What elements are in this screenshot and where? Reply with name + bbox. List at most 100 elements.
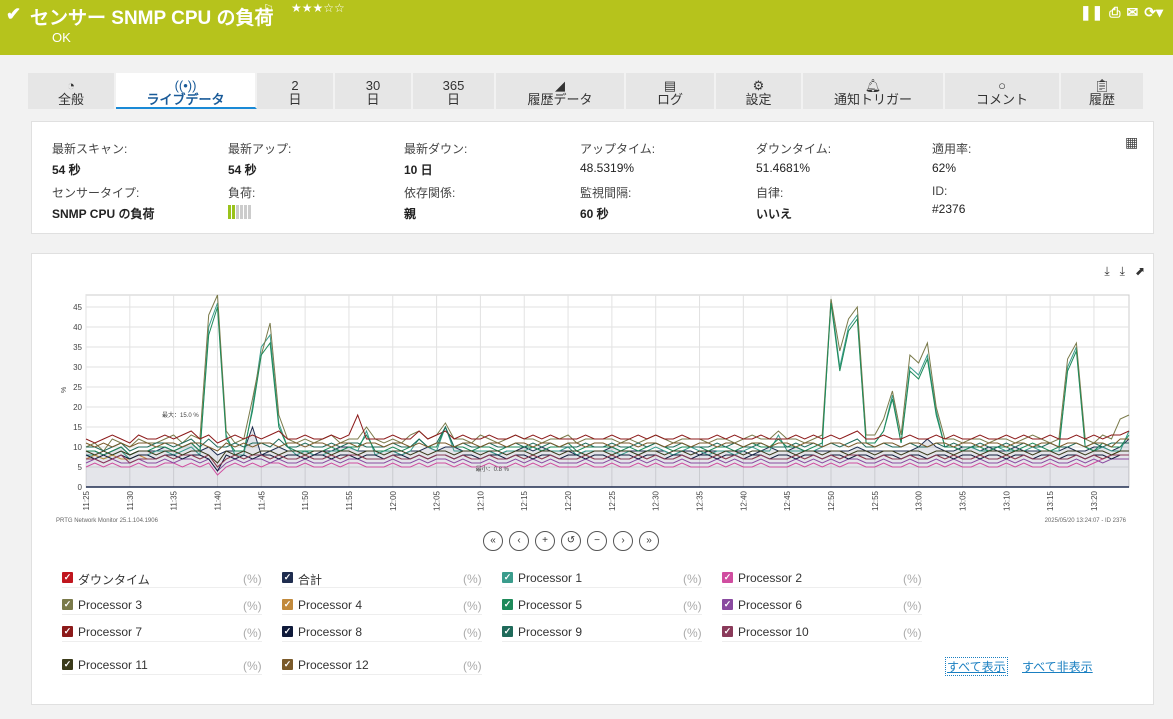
- legend-item[interactable]: ✓ Processor 5 (%): [502, 597, 702, 615]
- flag-icon[interactable]: ⚐: [263, 2, 274, 16]
- zoom-in-button[interactable]: +: [535, 531, 555, 551]
- reset-button[interactable]: ↺: [561, 531, 581, 551]
- refresh-icon[interactable]: ⟳▾: [1144, 4, 1163, 21]
- legend-unit: (%): [243, 626, 262, 640]
- sensor-id: ID: #2376: [932, 184, 965, 216]
- interval-value: 60 秒: [580, 207, 609, 221]
- x-tick-label: 12:30: [652, 490, 661, 511]
- tab-9[interactable]: ○ コメント: [945, 73, 1061, 109]
- fullscreen-icon[interactable]: ⬈: [1135, 264, 1145, 279]
- y-tick-label: 10: [73, 443, 82, 452]
- tab-5[interactable]: ◢ 履歴データ: [496, 73, 626, 109]
- last-up: 最新アップ: 54 秒: [228, 140, 291, 178]
- legend-checkbox[interactable]: ✓: [722, 572, 733, 583]
- qr-code-icon[interactable]: ▦: [1125, 134, 1141, 150]
- legend-checkbox[interactable]: ✓: [722, 626, 733, 637]
- mail-icon[interactable]: ✉: [1127, 4, 1139, 21]
- tab-7[interactable]: ⚙ 設定: [716, 73, 803, 109]
- load-bar: [248, 205, 251, 219]
- legend-checkbox[interactable]: ✓: [282, 659, 293, 670]
- page-title: センサー SNMP CPU の負荷: [30, 8, 274, 29]
- tab-10[interactable]: 📋︎ 履歴: [1061, 73, 1145, 109]
- y-axis-label: %: [61, 387, 68, 393]
- legend-item[interactable]: ✓ Processor 2 (%): [722, 570, 922, 588]
- export-icon[interactable]: ⎙: [1109, 4, 1120, 21]
- legend-checkbox[interactable]: ✓: [62, 659, 73, 670]
- live-data-chart: 0 5 10 15 20 25 30 35 40 45 11:25 11:30 11:35 11:40 11…: [61, 294, 1130, 511]
- legend-checkbox[interactable]: ✓: [502, 572, 513, 583]
- coverage-value: 62%: [932, 161, 957, 175]
- uptime-label: アップタイム:: [580, 142, 656, 156]
- tab-4[interactable]: 365 日: [413, 73, 496, 109]
- x-tick-label: 12:05: [433, 490, 442, 511]
- x-tick-label: 12:45: [783, 490, 792, 511]
- legend-item[interactable]: ✓ Processor 6 (%): [722, 597, 922, 615]
- legend-label: Processor 7: [78, 625, 143, 639]
- legend-item[interactable]: ✓ Processor 10 (%): [722, 624, 922, 642]
- header-toolbar: ❚❚ ⎙ ✉ ⟳▾: [1080, 4, 1163, 21]
- downtime: ダウンタイム: 51.4681%: [756, 140, 831, 175]
- legend-item[interactable]: ✓ Processor 12 (%): [282, 657, 482, 675]
- tab-0[interactable]: ◔ 全般: [28, 73, 116, 109]
- zoom-out-button[interactable]: −: [587, 531, 607, 551]
- y-tick-label: 0: [78, 483, 83, 492]
- download-data-icon[interactable]: ⤓: [1120, 264, 1125, 279]
- y-tick-label: 45: [73, 303, 82, 312]
- downtime-label: ダウンタイム:: [756, 142, 832, 156]
- last-up-value: 54 秒: [228, 163, 257, 177]
- tab-1[interactable]: ((•)) ライブデータ: [116, 73, 257, 109]
- legend-checkbox[interactable]: ✓: [502, 626, 513, 637]
- last-scan: 最新スキャン: 54 秒: [52, 140, 127, 178]
- legend-checkbox[interactable]: ✓: [722, 599, 733, 610]
- legend-label: Processor 4: [298, 598, 363, 612]
- hide-all-link[interactable]: すべて非表示: [1022, 658, 1093, 675]
- legend-checkbox[interactable]: ✓: [62, 599, 73, 610]
- tab-6[interactable]: ▤ ログ: [626, 73, 716, 109]
- x-tick-label: 12:25: [608, 490, 617, 511]
- tab-3[interactable]: 30 日: [335, 73, 413, 109]
- legend-checkbox[interactable]: ✓: [282, 599, 293, 610]
- legend-item[interactable]: ✓ Processor 4 (%): [282, 597, 482, 615]
- coverage: 適用率: 62%: [932, 140, 971, 175]
- last-page-button[interactable]: »: [639, 531, 659, 551]
- load-bar: [232, 205, 235, 219]
- legend-checkbox[interactable]: ✓: [282, 626, 293, 637]
- legend-item[interactable]: ✓ Processor 8 (%): [282, 624, 482, 642]
- tab-2[interactable]: 2日: [257, 73, 335, 109]
- y-tick-label: 20: [73, 403, 82, 412]
- uptime-value: 48.5319%: [580, 161, 635, 175]
- download-icon[interactable]: ⤓: [1104, 264, 1109, 279]
- first-page-button[interactable]: «: [483, 531, 503, 551]
- pause-icon[interactable]: ❚❚: [1080, 4, 1103, 21]
- legend-item[interactable]: ✓ Processor 9 (%): [502, 624, 702, 642]
- legend-item[interactable]: ✓ ダウンタイム (%): [62, 570, 262, 588]
- legend-checkbox[interactable]: ✓: [62, 572, 73, 583]
- load-bar: [240, 205, 243, 219]
- bell-icon: 🔔︎: [864, 78, 882, 93]
- tab-label: 設定: [745, 92, 772, 107]
- tab-label: 全般: [57, 92, 84, 107]
- legend-unit: (%): [243, 572, 262, 586]
- show-all-link[interactable]: すべて表示: [945, 657, 1008, 676]
- legend-item[interactable]: ✓ Processor 11 (%): [62, 657, 262, 675]
- legend-unit: (%): [463, 599, 482, 613]
- tab-8[interactable]: 🔔︎ 通知トリガー: [803, 73, 945, 109]
- max-annotation: 最大：15.0 %: [162, 411, 199, 419]
- legend-item[interactable]: ✓ Processor 7 (%): [62, 624, 262, 642]
- tab-label: ログ: [656, 92, 683, 107]
- priority-stars[interactable]: ★★★☆☆: [291, 1, 345, 15]
- next-button[interactable]: ›: [613, 531, 633, 551]
- legend-unit: (%): [683, 626, 702, 640]
- legend-item[interactable]: ✓ 合計 (%): [282, 570, 482, 588]
- x-tick-label: 11:45: [257, 490, 266, 510]
- legend-item[interactable]: ✓ Processor 1 (%): [502, 570, 702, 588]
- legend-checkbox[interactable]: ✓: [62, 626, 73, 637]
- legend-checkbox[interactable]: ✓: [502, 599, 513, 610]
- previous-button[interactable]: ‹: [509, 531, 529, 551]
- legend-unit: (%): [463, 572, 482, 586]
- min-annotation: 最小：0.8 %: [476, 465, 510, 473]
- last-scan-label: 最新スキャン:: [52, 142, 128, 156]
- legend-item[interactable]: ✓ Processor 3 (%): [62, 597, 262, 615]
- legend-checkbox[interactable]: ✓: [282, 572, 293, 583]
- legend-label: Processor 3: [78, 598, 143, 612]
